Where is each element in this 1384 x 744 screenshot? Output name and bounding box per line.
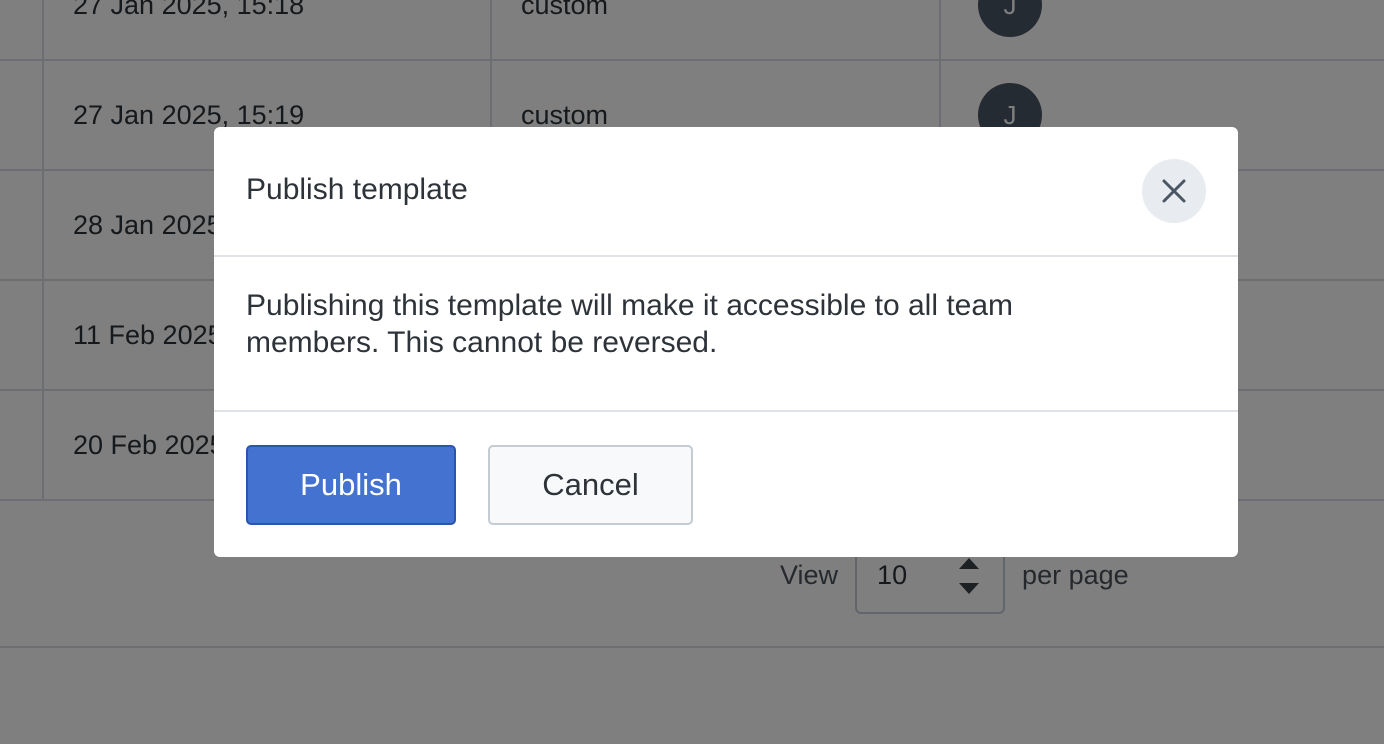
close-icon [1162,179,1186,203]
dialog-message: Publishing this template will make it ac… [246,289,1014,359]
cancel-button[interactable]: Cancel [488,445,693,525]
page: 27 Jan 2025, 15:18 custom J 27 Jan 2025,… [0,0,1384,744]
dialog-footer: Publish Cancel [214,412,1238,557]
dialog-title: Publish template [246,173,468,206]
publish-button[interactable]: Publish [246,445,456,525]
dialog-body: Publishing this template will make it ac… [214,257,1238,412]
close-button[interactable] [1142,159,1206,223]
publish-template-dialog: Publish template Publishing this templat… [214,127,1238,557]
dialog-header: Publish template [214,127,1238,257]
